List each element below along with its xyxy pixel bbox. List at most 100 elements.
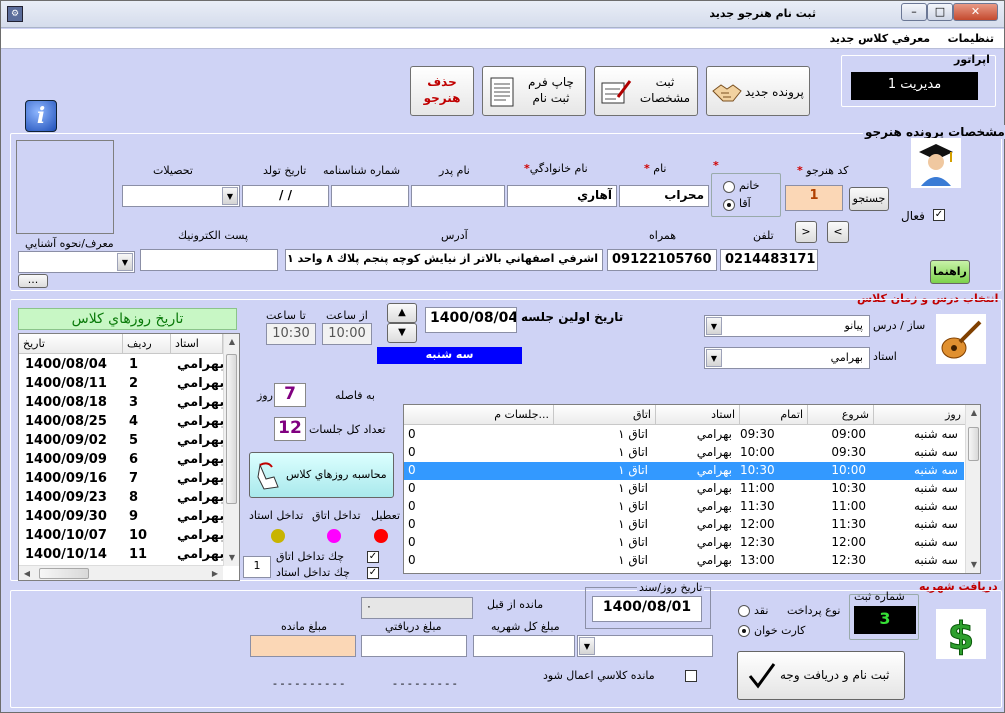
- table-row[interactable]: 0 اتاق ۱ بهرامي 12:00 11:30 سه شنبه: [404, 516, 964, 534]
- chevron-down-icon[interactable]: ▼: [117, 253, 133, 271]
- help-button[interactable]: راهنما: [930, 260, 970, 284]
- scroll-down-icon[interactable]: ▼: [966, 557, 980, 573]
- col-teacher[interactable]: استاد: [171, 334, 223, 354]
- check-room-conflict[interactable]: ✓: [367, 551, 379, 563]
- col-date[interactable]: تاريخ: [19, 334, 123, 354]
- address-input[interactable]: اشرفي اصفهاني بالاتر از نيايش كوچه پنجم …: [285, 249, 603, 271]
- close-button[interactable]: ✕: [953, 3, 998, 21]
- doc-date-input[interactable]: 1400/08/01: [592, 596, 702, 622]
- last-name-input[interactable]: آهاري: [507, 185, 617, 207]
- email-input[interactable]: [140, 249, 278, 271]
- birth-date-input[interactable]: / /: [242, 185, 329, 207]
- list-item[interactable]: 1400/09/30 9 بهرامي: [19, 508, 239, 526]
- col-start[interactable]: شروع: [808, 405, 874, 425]
- instrument-select[interactable]: ▼ پيانو: [704, 315, 870, 337]
- list-item[interactable]: 1400/08/11 2 بهرامي: [19, 375, 239, 393]
- table-row[interactable]: 0 اتاق ۱ بهرامي 11:00 10:30 سه شنبه: [404, 480, 964, 498]
- list-item[interactable]: 1400/08/04 1 بهرامي: [19, 356, 239, 374]
- scroll-left-icon[interactable]: ◀: [19, 566, 35, 580]
- nav-right-button[interactable]: >: [795, 221, 817, 243]
- received-input[interactable]: [361, 635, 467, 657]
- gender-female-radio[interactable]: [723, 181, 735, 193]
- list-item[interactable]: 1400/09/02 5 بهرامي: [19, 432, 239, 450]
- total-fee-input[interactable]: [473, 635, 575, 657]
- list-item[interactable]: 1400/08/25 4 بهرامي: [19, 413, 239, 431]
- save-details-button[interactable]: ثبت مشخصات: [594, 66, 698, 116]
- table-row[interactable]: 0 اتاق ۱ بهرامي 12:30 12:00 سه شنبه: [404, 534, 964, 552]
- card-radio[interactable]: [738, 625, 750, 637]
- list-item[interactable]: 1400/09/16 7 بهرامي: [19, 470, 239, 488]
- col-row[interactable]: رديف: [123, 334, 171, 354]
- date-up-button[interactable]: ▲: [387, 303, 417, 323]
- mobile-input[interactable]: 09122105760: [607, 249, 717, 271]
- col-teacher[interactable]: استاد: [656, 405, 740, 425]
- chevron-down-icon[interactable]: ▼: [222, 187, 238, 205]
- print-form-button[interactable]: چاپ فرم ثبت نام: [482, 66, 586, 116]
- to-time-input[interactable]: 10:30: [266, 323, 316, 345]
- minimize-button[interactable]: –: [901, 3, 927, 21]
- code-input[interactable]: 1: [785, 185, 843, 211]
- list-item[interactable]: 1400/09/09 6 بهرامي: [19, 451, 239, 469]
- scroll-right-icon[interactable]: ▶: [207, 566, 223, 580]
- col-room[interactable]: اتاق: [554, 405, 656, 425]
- first-session-input[interactable]: 1400/08/04: [425, 307, 517, 333]
- education-select[interactable]: ▼: [122, 185, 240, 207]
- more-button[interactable]: ...: [18, 274, 48, 288]
- schedule-list[interactable]: جلسات م... اتاق استاد اتمام شروع روز 0 ات…: [403, 404, 981, 574]
- scroll-up-icon[interactable]: ▲: [224, 334, 239, 350]
- check-teacher-conflict[interactable]: ✓: [367, 567, 379, 579]
- class-days-vscroll[interactable]: ▲ ▼: [223, 334, 239, 566]
- referrer-select[interactable]: ▼: [18, 251, 135, 273]
- phone-input[interactable]: 02144831711: [720, 249, 818, 271]
- list-item[interactable]: 1400/08/18 3 بهرامي: [19, 394, 239, 412]
- fee-type-select[interactable]: ▼: [577, 635, 713, 657]
- class-days-hscroll[interactable]: ◀ ▶: [19, 565, 223, 580]
- nav-left-button[interactable]: <: [827, 221, 849, 243]
- sessions-input[interactable]: 12: [274, 417, 306, 441]
- class-days-list[interactable]: تاريخ رديف استاد 1400/08/04 1 بهرامي 1400/0…: [18, 333, 240, 581]
- submit-registration-button[interactable]: ثبت نام و دريافت وجه: [737, 651, 905, 700]
- hscroll-thumb[interactable]: [39, 568, 89, 579]
- new-file-button[interactable]: پرونده جديد: [706, 66, 810, 116]
- menu-settings[interactable]: تنظيمات: [948, 32, 994, 45]
- calc-days-button[interactable]: محاسبه روزهاي كلاس: [249, 452, 394, 498]
- photo-box[interactable]: [16, 140, 114, 234]
- list-item[interactable]: 1400/09/23 8 بهرامي: [19, 489, 239, 507]
- search-button[interactable]: جستجو: [849, 187, 889, 211]
- active-checkbox[interactable]: ✓: [933, 209, 945, 221]
- app-icon[interactable]: ⚙: [7, 6, 23, 22]
- check-count-input[interactable]: 1: [243, 556, 271, 578]
- interval-input[interactable]: 7: [274, 383, 306, 407]
- table-row[interactable]: 0 اتاق ۱ بهرامي 09:30 09:00 سه شنبه: [404, 426, 964, 444]
- first-name-input[interactable]: محراب: [619, 185, 709, 207]
- table-row[interactable]: 0 اتاق ۱ بهرامي 13:00 12:30 سه شنبه: [404, 552, 964, 570]
- schedule-vscroll[interactable]: ▲ ▼: [965, 405, 980, 573]
- scroll-up-icon[interactable]: ▲: [966, 405, 980, 421]
- remaining-input[interactable]: [250, 635, 356, 657]
- list-item[interactable]: 1400/10/14 11 بهرامي: [19, 546, 239, 564]
- table-row[interactable]: 0 اتاق ۱ بهرامي 10:30 10:00 سه شنبه: [404, 462, 964, 480]
- chevron-down-icon[interactable]: ▼: [579, 637, 595, 655]
- table-row[interactable]: 0 اتاق ۱ بهرامي 11:30 11:00 سه شنبه: [404, 498, 964, 516]
- delete-student-button[interactable]: حذف هنرجو: [410, 66, 474, 116]
- chevron-down-icon[interactable]: ▼: [706, 317, 722, 335]
- maximize-button[interactable]: □: [927, 3, 953, 21]
- col-day[interactable]: روز: [874, 405, 966, 425]
- prev-balance-input[interactable]: ۰: [361, 597, 473, 619]
- col-sessions[interactable]: جلسات م...: [404, 405, 554, 425]
- apply-balance-checkbox[interactable]: [685, 670, 697, 682]
- col-end[interactable]: اتمام: [740, 405, 808, 425]
- info-icon[interactable]: i: [25, 100, 57, 132]
- father-name-input[interactable]: [411, 185, 505, 207]
- menu-new-class[interactable]: معرفي كلاس جديد: [830, 32, 931, 45]
- cash-radio[interactable]: [738, 605, 750, 617]
- id-number-input[interactable]: [331, 185, 409, 207]
- table-row[interactable]: 0 اتاق ۱ بهرامي 10:00 09:30 سه شنبه: [404, 444, 964, 462]
- chevron-down-icon[interactable]: ▼: [706, 349, 722, 367]
- list-item[interactable]: 1400/10/07 10 بهرامي: [19, 527, 239, 545]
- gender-male-radio[interactable]: [723, 199, 735, 211]
- teacher-select[interactable]: ▼ بهرامي: [704, 347, 870, 369]
- scroll-down-icon[interactable]: ▼: [224, 550, 239, 566]
- scroll-thumb[interactable]: [968, 427, 979, 461]
- scroll-thumb[interactable]: [226, 354, 237, 504]
